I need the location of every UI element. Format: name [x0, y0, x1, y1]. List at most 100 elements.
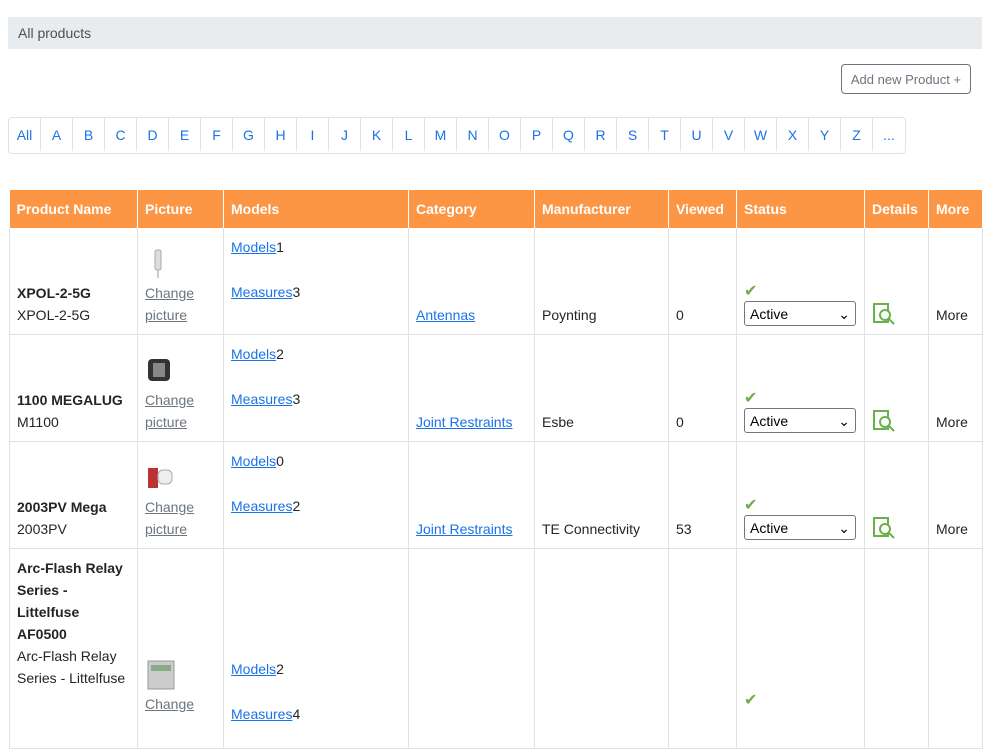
status-select[interactable]: Active ⌄ [744, 301, 856, 326]
search-document-icon[interactable] [872, 516, 896, 540]
models-link[interactable]: Models [231, 661, 276, 677]
search-document-icon[interactable] [872, 409, 896, 433]
more-cell[interactable]: More [928, 228, 983, 335]
models-cell: Models1 Measures3 [223, 228, 409, 335]
alpha-k[interactable]: K [361, 118, 393, 151]
viewed-cell: 0 [668, 228, 737, 335]
product-name: Arc-Flash Relay Series - Littelfuse AF05… [17, 560, 123, 642]
category-cell: Joint Restraints [408, 441, 535, 549]
checkmark-icon: ✔ [744, 390, 758, 407]
alpha-v[interactable]: V [713, 118, 745, 151]
alpha-u[interactable]: U [681, 118, 713, 151]
alpha-l[interactable]: L [393, 118, 425, 151]
col-details[interactable]: Details [864, 190, 929, 228]
col-manufacturer[interactable]: Manufacturer [534, 190, 669, 228]
product-name: 2003PV Mega [17, 499, 107, 515]
manufacturer-cell: Esbe [534, 334, 669, 442]
alpha-f[interactable]: F [201, 118, 233, 151]
viewed-cell: 0 [668, 334, 737, 442]
products-table: Product Name Picture Models Category Man… [9, 190, 983, 749]
models-cell: Models2 Measures4 [223, 548, 409, 749]
alpha-n[interactable]: N [457, 118, 489, 151]
alpha-a[interactable]: A [41, 118, 73, 151]
search-document-icon[interactable] [872, 302, 896, 326]
col-status[interactable]: Status [736, 190, 865, 228]
change-picture-link[interactable]: Change picture [145, 282, 216, 326]
product-name: 1100 MEGALUG [17, 392, 123, 408]
table-row: XPOL-2-5G XPOL-2-5G Change picture Models1… [9, 228, 983, 335]
category-link[interactable]: Joint Restraints [416, 521, 512, 537]
viewed-cell [668, 548, 737, 749]
change-picture-link[interactable]: Change picture [145, 496, 216, 540]
details-cell [864, 548, 929, 749]
details-cell [864, 441, 929, 549]
alpha-s[interactable]: S [617, 118, 649, 151]
status-select[interactable]: Active ⌄ [744, 408, 856, 433]
models-link[interactable]: Models [231, 346, 276, 362]
alpha-t[interactable]: T [649, 118, 681, 151]
alpha-o[interactable]: O [489, 118, 521, 151]
alpha-e[interactable]: E [169, 118, 201, 151]
alpha-more[interactable]: ... [873, 118, 905, 151]
more-cell[interactable]: More [928, 334, 983, 442]
product-name-cell: 1100 MEGALUG M1100 [9, 334, 138, 442]
table-row: Arc-Flash Relay Series - Littelfuse AF05… [9, 548, 983, 749]
product-code: XPOL-2-5G [17, 307, 91, 323]
product-name: XPOL-2-5G [17, 285, 91, 301]
table-header-row: Product Name Picture Models Category Man… [9, 190, 983, 228]
models-count: 1 [276, 239, 284, 255]
models-cell: Models2 Measures3 [223, 334, 409, 442]
alpha-c[interactable]: C [105, 118, 137, 151]
alpha-all[interactable]: All [9, 118, 41, 151]
checkmark-icon: ✔ [744, 497, 758, 514]
alpha-z[interactable]: Z [841, 118, 873, 151]
alpha-m[interactable]: M [425, 118, 457, 151]
manufacturer-cell: TE Connectivity [534, 441, 669, 549]
measures-link[interactable]: Measures [231, 706, 292, 722]
status-cell: ✔ Active ⌄ [736, 441, 865, 549]
manufacturer-cell: Poynting [534, 228, 669, 335]
more-cell[interactable]: More [928, 441, 983, 549]
models-link[interactable]: Models [231, 453, 276, 469]
col-models[interactable]: Models [223, 190, 409, 228]
col-category[interactable]: Category [408, 190, 535, 228]
col-picture[interactable]: Picture [137, 190, 224, 228]
alpha-x[interactable]: X [777, 118, 809, 151]
alpha-j[interactable]: J [329, 118, 361, 151]
measures-count: 4 [292, 706, 301, 722]
alpha-i[interactable]: I [297, 118, 329, 151]
alpha-p[interactable]: P [521, 118, 553, 151]
status-cell: ✔ Active ⌄ [736, 334, 865, 442]
models-link[interactable]: Models [231, 239, 276, 255]
col-viewed[interactable]: Viewed [668, 190, 737, 228]
measures-link[interactable]: Measures [231, 284, 292, 300]
table-row: 1100 MEGALUG M1100 Change picture Models2 … [9, 334, 983, 442]
change-picture-link[interactable]: Change picture [145, 389, 216, 433]
col-more[interactable]: More [928, 190, 983, 228]
alpha-r[interactable]: R [585, 118, 617, 151]
models-count: 2 [276, 661, 284, 677]
status-select[interactable]: Active ⌄ [744, 515, 856, 540]
alpha-h[interactable]: H [265, 118, 297, 151]
col-product-name[interactable]: Product Name [9, 190, 138, 228]
models-count: 2 [276, 346, 284, 362]
category-link[interactable]: Joint Restraints [416, 414, 512, 430]
measures-link[interactable]: Measures [231, 498, 292, 514]
models-cell: Models0 Measures2 [223, 441, 409, 549]
measures-link[interactable]: Measures [231, 391, 292, 407]
change-picture-link[interactable]: Change [145, 693, 216, 715]
chevron-down-icon: ⌄ [838, 305, 850, 322]
alpha-g[interactable]: G [233, 118, 265, 151]
picture-cell: Change picture [137, 441, 224, 549]
alpha-b[interactable]: B [73, 118, 105, 151]
alpha-y[interactable]: Y [809, 118, 841, 151]
alpha-q[interactable]: Q [553, 118, 585, 151]
alpha-d[interactable]: D [137, 118, 169, 151]
breadcrumb: All products [8, 17, 982, 49]
details-cell [864, 228, 929, 335]
product-name-cell: Arc-Flash Relay Series - Littelfuse AF05… [9, 548, 138, 749]
alpha-w[interactable]: W [745, 118, 777, 151]
product-thumbnail [148, 468, 173, 488]
add-product-button[interactable]: Add new Product + [841, 64, 971, 94]
category-link[interactable]: Antennas [416, 307, 475, 323]
